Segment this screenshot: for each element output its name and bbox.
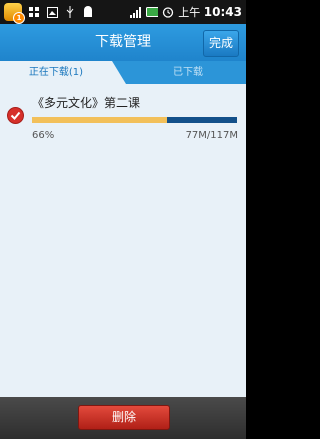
clock-time: 10:43 [203, 5, 242, 19]
download-manager-screen: 1 上午 10:43 下载管理 完成 正在下载(1) 已下载 《多元文化》第二课… [0, 0, 246, 439]
done-button[interactable]: 完成 [203, 30, 239, 57]
android-icon [82, 6, 94, 18]
list-item[interactable]: 《多元文化》第二课 66% 77M/117M [0, 84, 246, 144]
download-size: 77M/117M [185, 130, 238, 141]
tab-downloaded[interactable]: 已下载 [130, 61, 246, 84]
download-percent: 66% [32, 130, 55, 141]
delete-button[interactable]: 删除 [78, 405, 170, 430]
usb-icon [64, 6, 76, 18]
tab-bar: 正在下载(1) 已下载 [0, 61, 246, 84]
image-icon [46, 6, 58, 18]
app-notification-icon: 1 [4, 3, 25, 24]
download-progress-bar [32, 117, 237, 123]
time-prefix: 上午 [178, 6, 201, 19]
title-bar: 下载管理 完成 [0, 24, 246, 61]
tab-downloading[interactable]: 正在下载(1) [0, 61, 126, 84]
grid-icon [28, 6, 40, 18]
download-progress-fill [32, 117, 168, 123]
battery-icon [146, 6, 159, 18]
tab-downloading-label: 正在下载(1) [28, 67, 84, 78]
signal-icon [130, 6, 142, 18]
alarm-icon [162, 6, 174, 18]
download-title: 《多元文化》第二课 [32, 96, 141, 110]
status-bar: 1 上午 10:43 [0, 0, 246, 24]
checkbox-checked-icon[interactable] [7, 107, 24, 124]
bottom-bar: 删除 [0, 397, 246, 439]
